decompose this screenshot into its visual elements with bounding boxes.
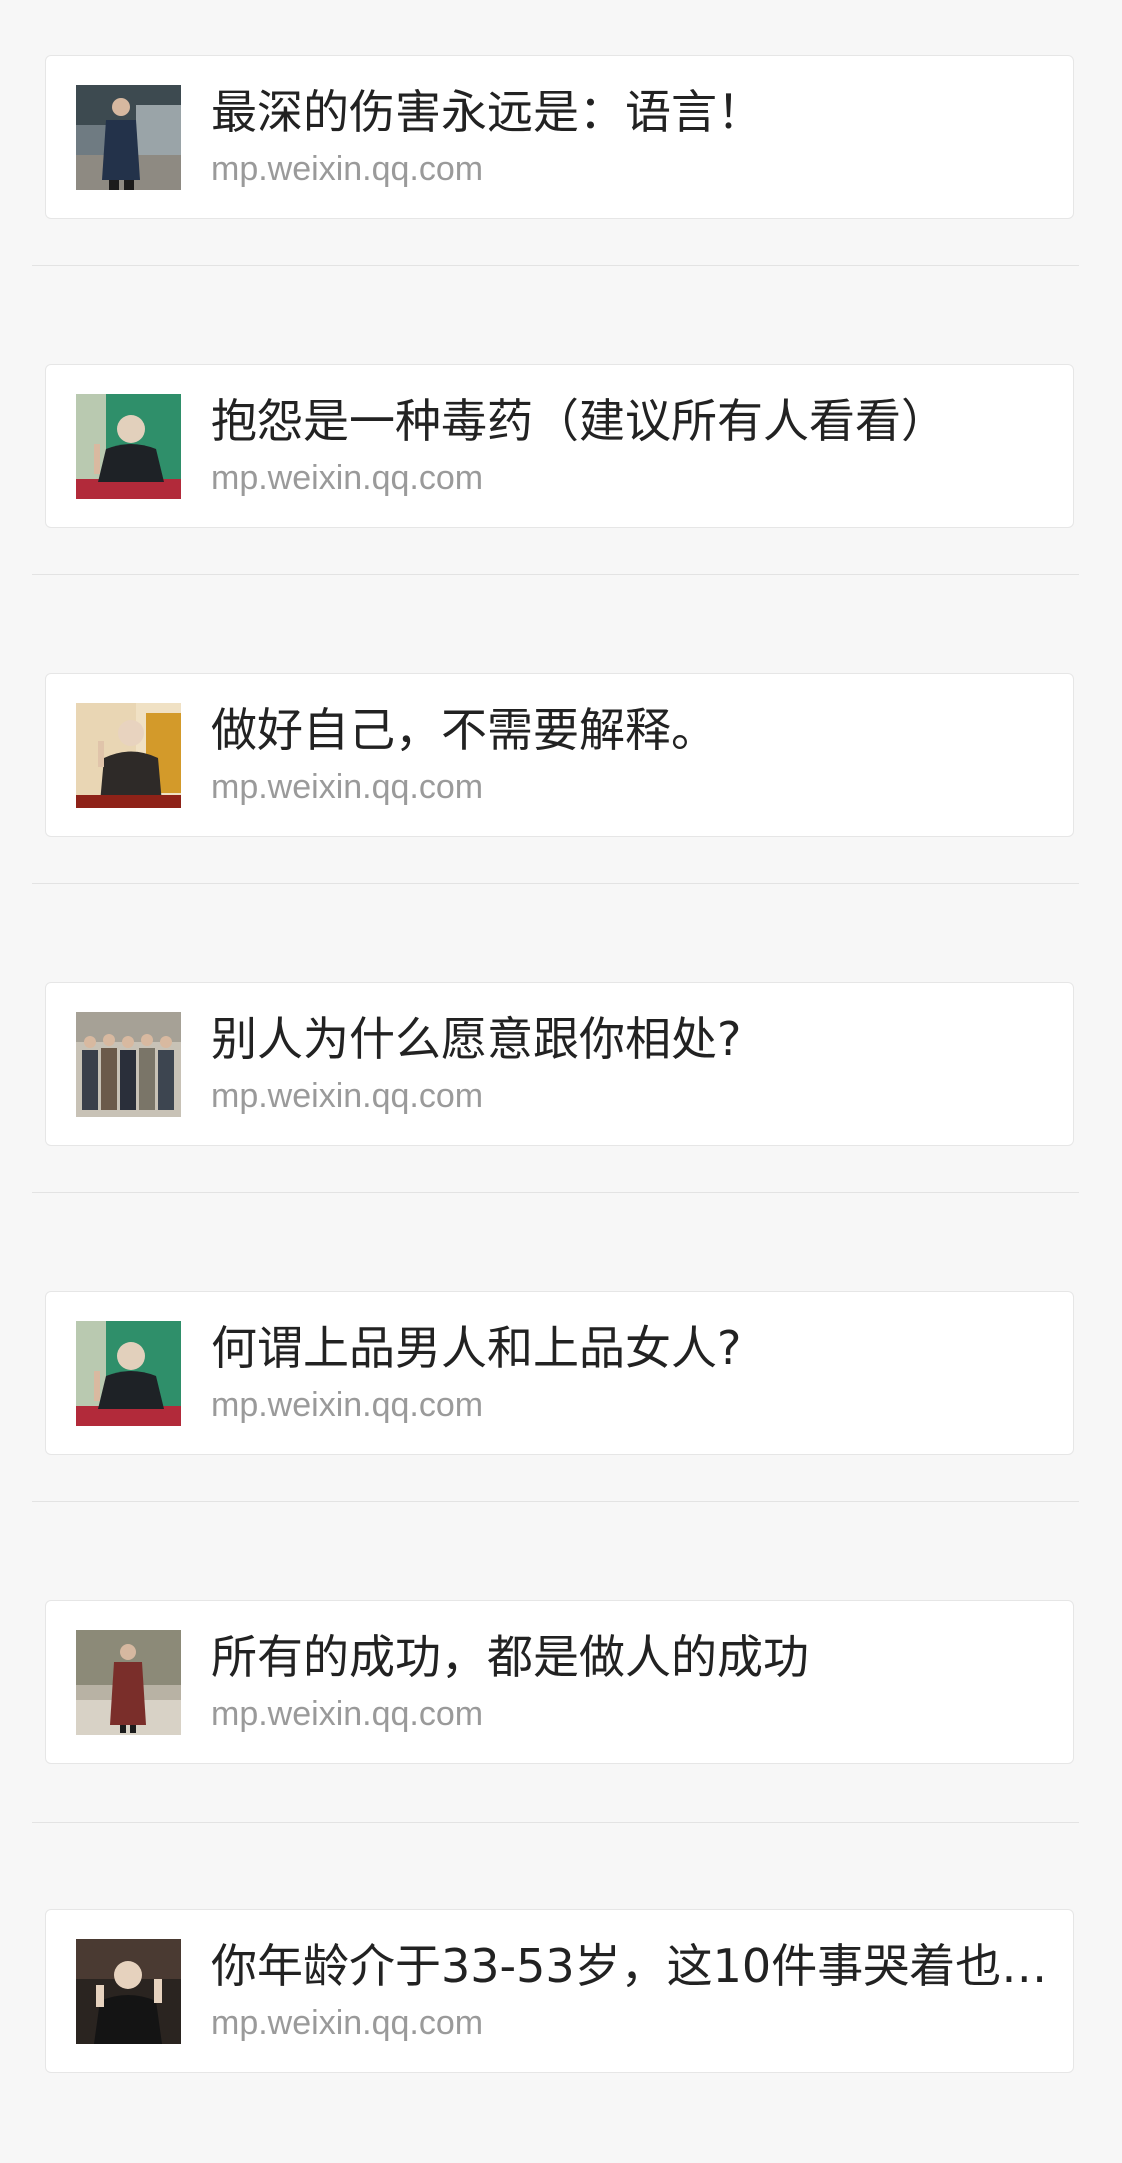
article-thumbnail bbox=[76, 394, 181, 499]
article-card[interactable]: 何谓上品男人和上品女人? mp.weixin.qq.com bbox=[45, 1291, 1074, 1455]
portrait-standing-outdoor-image bbox=[76, 1630, 181, 1735]
article-title: 所有的成功，都是做人的成功 bbox=[211, 1630, 809, 1684]
article-source: mp.weixin.qq.com bbox=[211, 1386, 484, 1424]
article-card[interactable]: 你年龄介于33-53岁，这10件事哭着也要做完！ mp.weixin.qq.co… bbox=[45, 1909, 1074, 2073]
feed-section: 抱怨是一种毒药（建议所有人看看） mp.weixin.qq.com bbox=[0, 309, 1122, 618]
feed-section: 你年龄介于33-53岁，这10件事哭着也要做完！ mp.weixin.qq.co… bbox=[0, 1854, 1122, 2163]
article-source: mp.weixin.qq.com bbox=[211, 1695, 484, 1733]
article-source: mp.weixin.qq.com bbox=[211, 1077, 484, 1115]
article-title: 你年龄介于33-53岁，这10件事哭着也要做完！ bbox=[211, 1939, 1051, 1993]
portrait-lecturer-green-image bbox=[76, 1321, 181, 1426]
article-title: 何谓上品男人和上品女人? bbox=[211, 1321, 742, 1375]
article-thumbnail bbox=[76, 1012, 181, 1117]
portrait-speaker-dark-image bbox=[76, 1939, 181, 2044]
feed-section: 别人为什么愿意跟你相处? mp.weixin.qq.com bbox=[0, 927, 1122, 1236]
article-card[interactable]: 所有的成功，都是做人的成功 mp.weixin.qq.com bbox=[45, 1600, 1074, 1764]
article-feed: 最深的伤害永远是：语言！ mp.weixin.qq.com 抱怨是一种毒药（建议… bbox=[0, 0, 1122, 2103]
divider bbox=[32, 574, 1079, 575]
article-thumbnail bbox=[76, 1630, 181, 1735]
article-title: 别人为什么愿意跟你相处? bbox=[211, 1012, 742, 1066]
feed-section: 最深的伤害永远是：语言！ mp.weixin.qq.com bbox=[0, 0, 1122, 309]
article-thumbnail bbox=[76, 85, 181, 190]
article-thumbnail bbox=[76, 1321, 181, 1426]
article-title: 抱怨是一种毒药（建议所有人看看） bbox=[211, 394, 947, 448]
article-card[interactable]: 做好自己，不需要解释。 mp.weixin.qq.com bbox=[45, 673, 1074, 837]
feed-section: 何谓上品男人和上品女人? mp.weixin.qq.com bbox=[0, 1236, 1122, 1545]
divider bbox=[32, 1192, 1079, 1193]
article-source: mp.weixin.qq.com bbox=[211, 150, 484, 188]
article-source: mp.weixin.qq.com bbox=[211, 459, 484, 497]
feed-section: 所有的成功，都是做人的成功 mp.weixin.qq.com bbox=[0, 1545, 1122, 1854]
article-thumbnail bbox=[76, 1939, 181, 2044]
group-photo-image bbox=[76, 1012, 181, 1117]
article-title: 最深的伤害永远是：语言！ bbox=[211, 85, 763, 139]
divider bbox=[32, 883, 1079, 884]
article-source: mp.weixin.qq.com bbox=[211, 768, 484, 806]
divider bbox=[32, 1501, 1079, 1502]
article-card[interactable]: 最深的伤害永远是：语言！ mp.weixin.qq.com bbox=[45, 55, 1074, 219]
article-source: mp.weixin.qq.com bbox=[211, 2004, 484, 2042]
portrait-standing-man-image bbox=[76, 85, 181, 190]
article-title: 做好自己，不需要解释。 bbox=[211, 703, 717, 757]
article-thumbnail bbox=[76, 703, 181, 808]
portrait-lecturer-green-image bbox=[76, 394, 181, 499]
portrait-speaker-gesture-image bbox=[76, 703, 181, 808]
feed-section: 做好自己，不需要解释。 mp.weixin.qq.com bbox=[0, 618, 1122, 927]
article-card[interactable]: 抱怨是一种毒药（建议所有人看看） mp.weixin.qq.com bbox=[45, 364, 1074, 528]
divider bbox=[32, 1822, 1079, 1823]
divider bbox=[32, 265, 1079, 266]
article-card[interactable]: 别人为什么愿意跟你相处? mp.weixin.qq.com bbox=[45, 982, 1074, 1146]
